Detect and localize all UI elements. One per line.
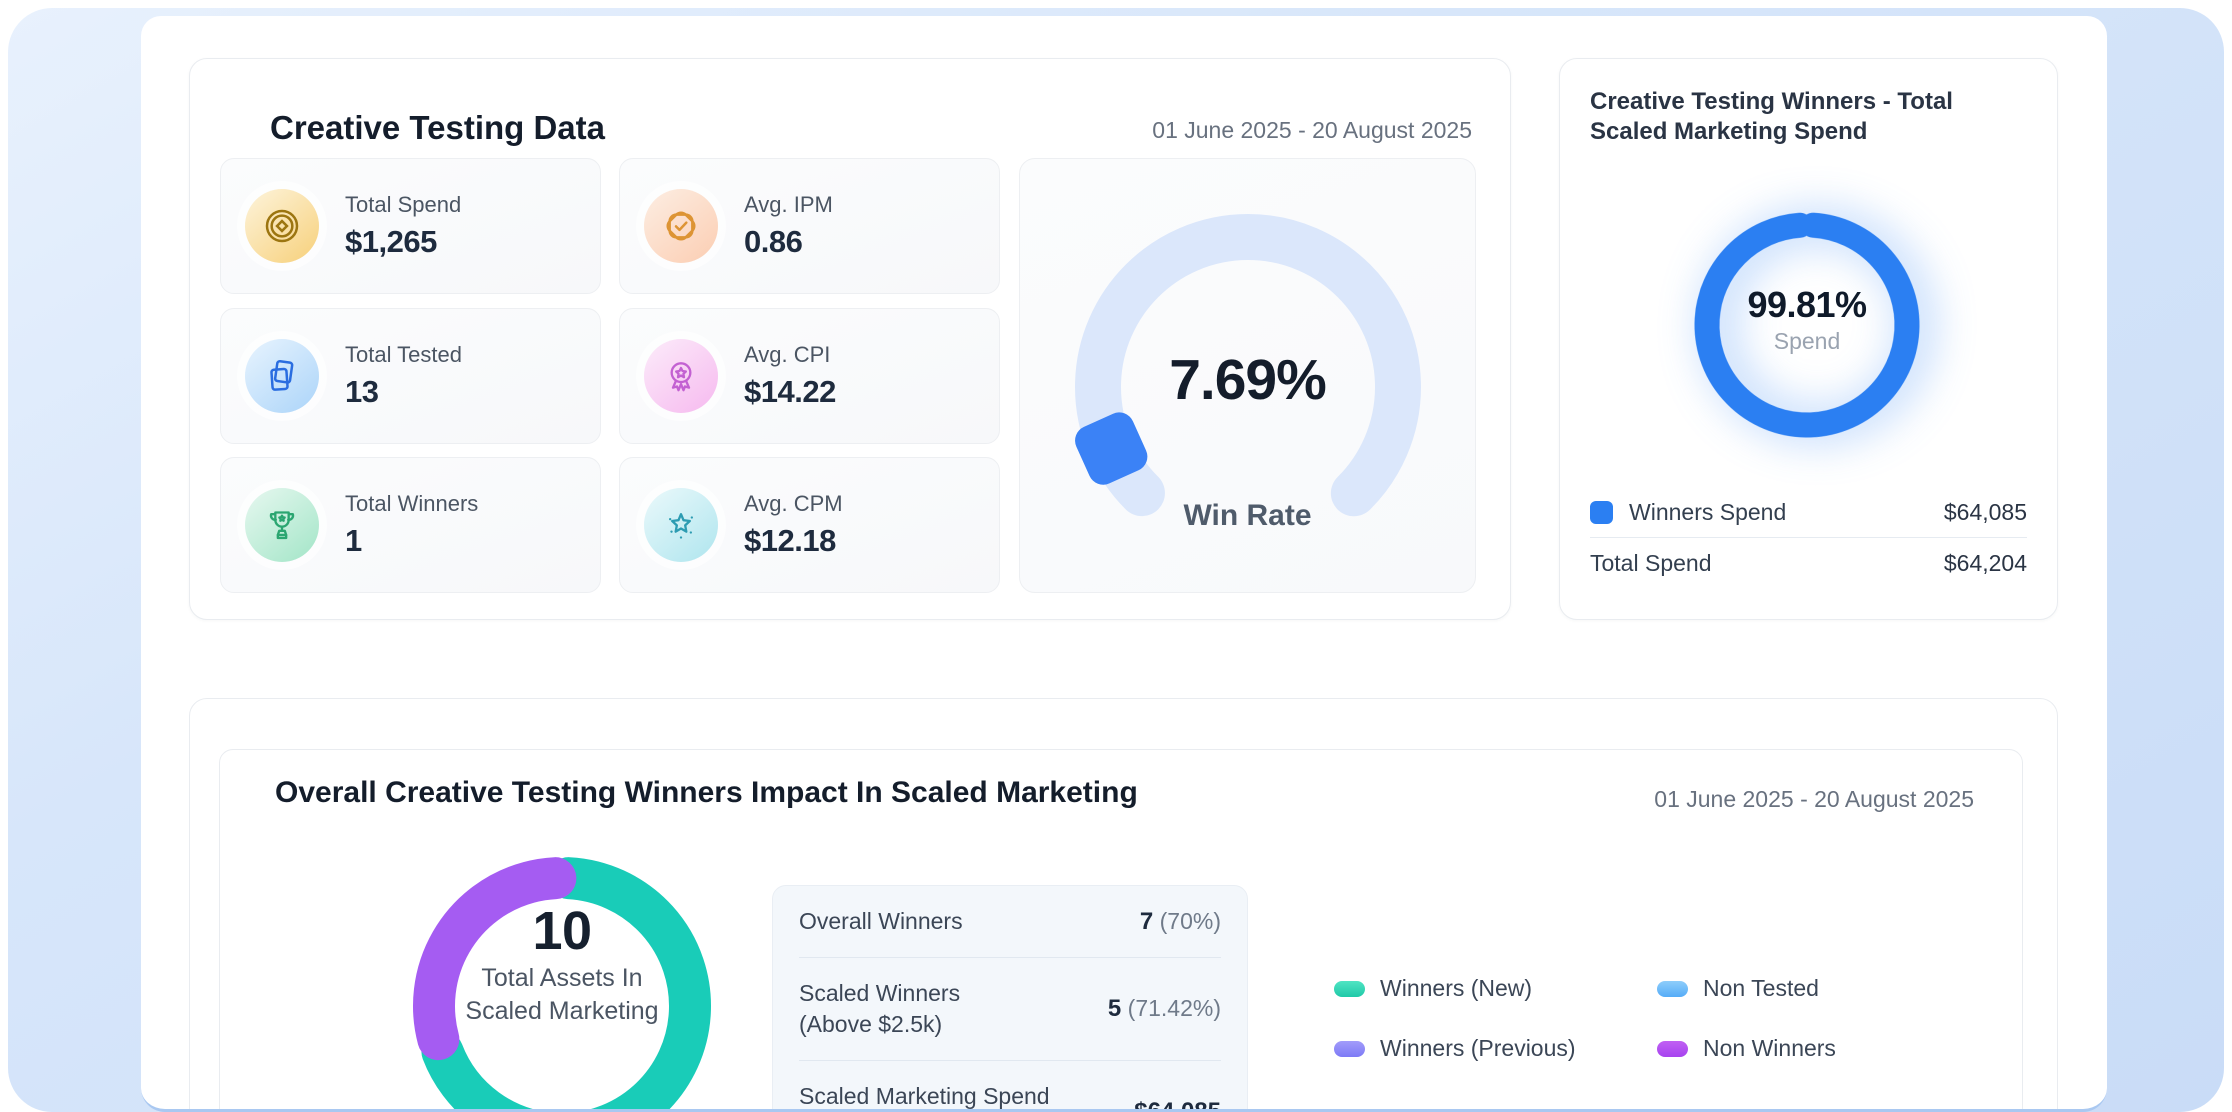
winners-spend-panel: Creative Testing Winners - Total Scaled … bbox=[1559, 58, 2058, 620]
row-value: $64,085 bbox=[1944, 499, 2027, 526]
assets-caption-line1: Total Assets In bbox=[481, 964, 642, 992]
impact-inner-panel: Overall Creative Testing Winners Impact … bbox=[219, 749, 2023, 1112]
date-range: 01 June 2025 - 20 August 2025 bbox=[1654, 786, 1974, 813]
panel-title: Creative Testing Winners - Total Scaled … bbox=[1590, 87, 2020, 147]
total-spend-row: Total Spend $64,204 bbox=[1590, 538, 2027, 588]
legend-item-winners-new: Winners (New) bbox=[1334, 975, 1532, 1002]
stat-label: Avg. CPM bbox=[744, 491, 843, 517]
row-value: 5 (71.42%) bbox=[1092, 995, 1221, 1023]
stat-label: Total Tested bbox=[345, 342, 462, 368]
winners-spend-swatch bbox=[1590, 501, 1613, 524]
legend-label: Winners (Previous) bbox=[1380, 1035, 1576, 1062]
winners-new-swatch bbox=[1334, 981, 1365, 997]
stat-value: $14.22 bbox=[744, 374, 836, 410]
date-range: 01 June 2025 - 20 August 2025 bbox=[1152, 117, 1472, 144]
row-label: Scaled Marketing Spend Impacted by Winne… bbox=[799, 1081, 1050, 1112]
panel-title: Overall Creative Testing Winners Impact … bbox=[275, 776, 1138, 810]
legend-label: Non Tested bbox=[1703, 975, 1819, 1002]
row-label: Total Spend bbox=[1590, 550, 1711, 577]
copy-icon bbox=[245, 339, 319, 413]
stat-value: $12.18 bbox=[744, 523, 843, 559]
table-row: Scaled Winners (Above $2.5k) 5 (71.42%) bbox=[799, 958, 1221, 1060]
stat-label: Avg. IPM bbox=[744, 192, 833, 218]
stat-value: 0.86 bbox=[744, 224, 833, 260]
donut-center-label: 99.81% Spend bbox=[1677, 284, 1937, 355]
row-label: Overall Winners bbox=[799, 906, 963, 937]
stat-card-avg-cpi: Avg. CPI $14.22 bbox=[619, 308, 1000, 444]
stat-card-total-winners: Total Winners 1 bbox=[220, 457, 601, 593]
panel-title: Creative Testing Data bbox=[270, 109, 605, 147]
row-label: Scaled Winners (Above $2.5k) bbox=[799, 978, 960, 1040]
non-tested-swatch bbox=[1657, 981, 1688, 997]
sparkle-star-icon bbox=[644, 488, 718, 562]
badge-check-icon bbox=[644, 189, 718, 263]
spend-percent: 99.81% bbox=[1677, 284, 1937, 326]
table-row: Scaled Marketing Spend Impacted by Winne… bbox=[799, 1061, 1221, 1112]
trophy-icon bbox=[245, 488, 319, 562]
row-value: $64,085 bbox=[1118, 1098, 1221, 1112]
impact-stats-table: Overall Winners 7 (70%) Scaled Winners (… bbox=[772, 885, 1248, 1112]
legend-item-non-tested: Non Tested bbox=[1657, 975, 1819, 1002]
stat-label: Total Winners bbox=[345, 491, 478, 517]
stat-label: Avg. CPI bbox=[744, 342, 836, 368]
legend-label: Non Winners bbox=[1703, 1035, 1836, 1062]
assets-center-label: 10 Total Assets In Scaled Marketing bbox=[392, 900, 732, 1027]
win-rate-gauge-card: 7.69% Win Rate bbox=[1019, 158, 1476, 593]
stat-card-total-spend: Total Spend $1,265 bbox=[220, 158, 601, 294]
legend-label: Winners (New) bbox=[1380, 975, 1532, 1002]
assets-caption-line2: Scaled Marketing bbox=[465, 997, 658, 1025]
row-value: $64,204 bbox=[1944, 550, 2027, 577]
app-window-background: Creative Testing Data 01 June 2025 - 20 … bbox=[8, 8, 2224, 1112]
legend-item-winners-previous: Winners (Previous) bbox=[1334, 1035, 1576, 1062]
row-value: 7 (70%) bbox=[1124, 908, 1221, 936]
medal-ribbon-icon bbox=[644, 339, 718, 413]
win-rate-value: 7.69% bbox=[1020, 347, 1475, 413]
win-rate-caption: Win Rate bbox=[1020, 499, 1475, 533]
spend-caption: Spend bbox=[1677, 328, 1937, 355]
non-winners-swatch bbox=[1657, 1041, 1688, 1057]
stat-card-avg-cpm: Avg. CPM $12.18 bbox=[619, 457, 1000, 593]
spend-summary-rows: Winners Spend $64,085 Total Spend $64,20… bbox=[1590, 487, 2027, 588]
winners-previous-swatch bbox=[1334, 1041, 1365, 1057]
table-row: Overall Winners 7 (70%) bbox=[799, 886, 1221, 957]
impact-outer-panel: Overall Creative Testing Winners Impact … bbox=[189, 698, 2058, 1112]
stat-card-avg-ipm: Avg. IPM 0.86 bbox=[619, 158, 1000, 294]
coin-icon bbox=[245, 189, 319, 263]
stat-value: 1 bbox=[345, 523, 478, 559]
stat-label: Total Spend bbox=[345, 192, 461, 218]
row-label: Winners Spend bbox=[1629, 499, 1786, 526]
creative-testing-data-panel: Creative Testing Data 01 June 2025 - 20 … bbox=[189, 58, 1511, 620]
assets-count: 10 bbox=[532, 900, 591, 962]
stat-card-total-tested: Total Tested 13 bbox=[220, 308, 601, 444]
winners-spend-row: Winners Spend $64,085 bbox=[1590, 487, 2027, 537]
dashboard-scroll-area[interactable]: Creative Testing Data 01 June 2025 - 20 … bbox=[141, 16, 2107, 1112]
stat-value: 13 bbox=[345, 374, 462, 410]
legend-item-non-winners: Non Winners bbox=[1657, 1035, 1836, 1062]
stat-value: $1,265 bbox=[345, 224, 461, 260]
